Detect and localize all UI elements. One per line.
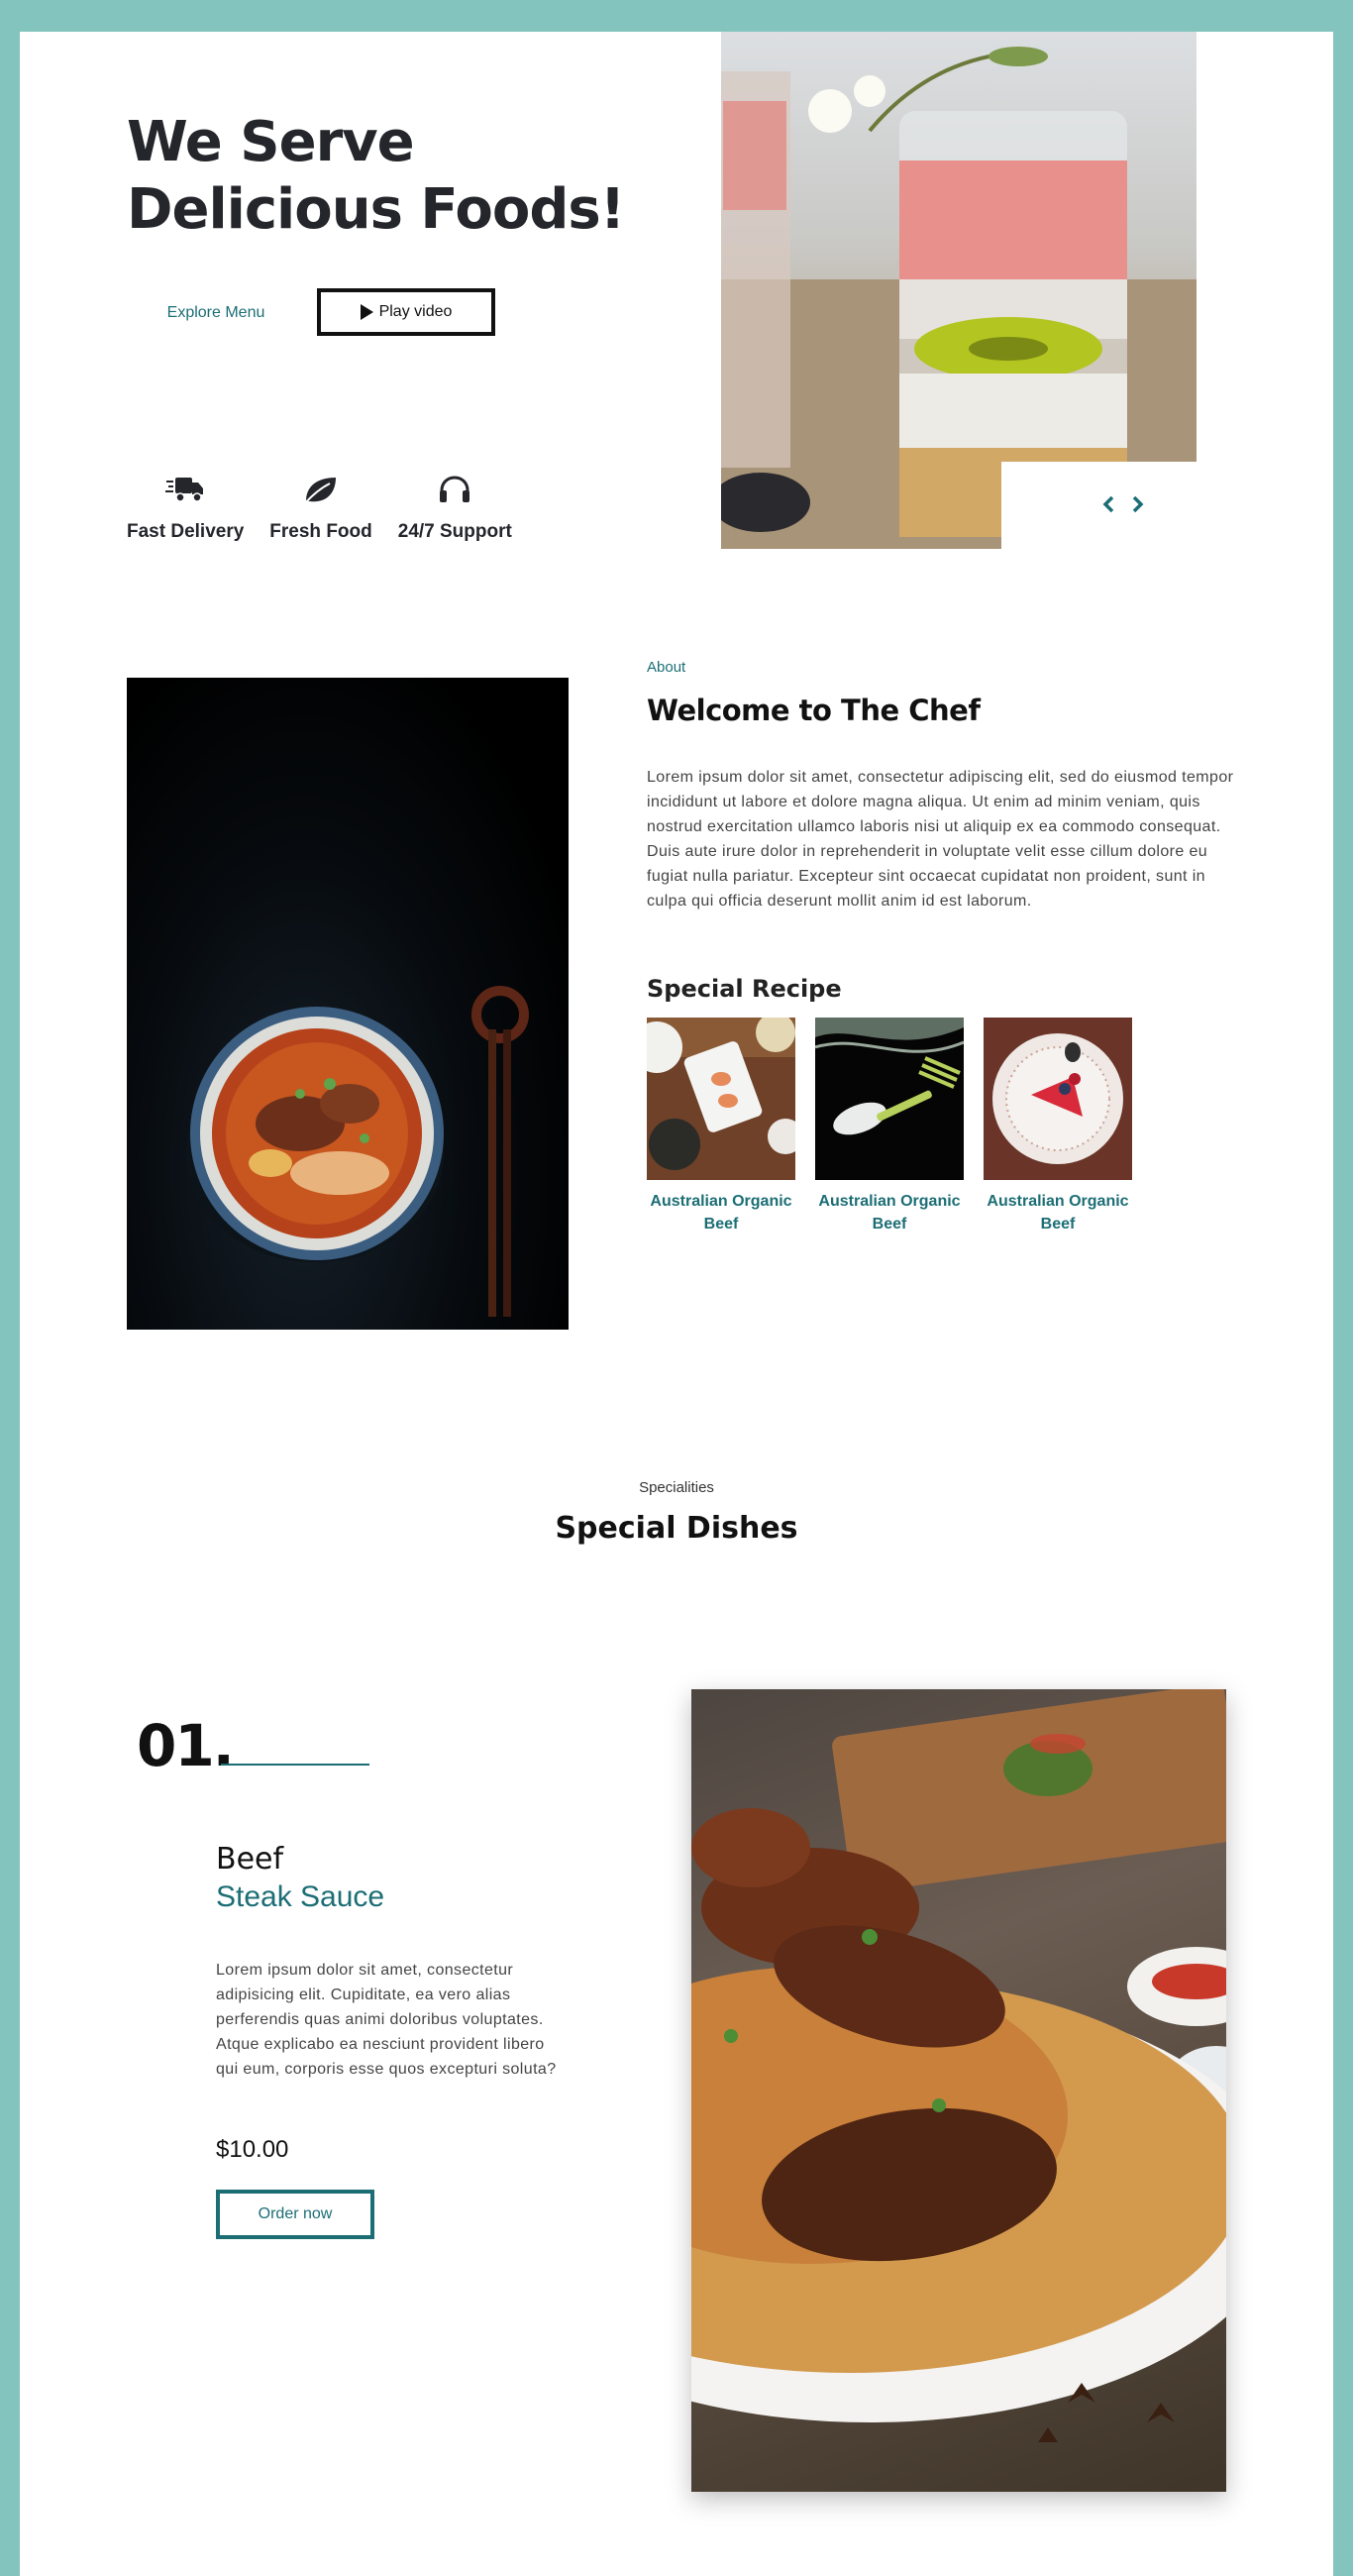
feature-fast-delivery: Fast Delivery	[127, 468, 244, 543]
feature-support: 24/7 Support	[398, 468, 512, 543]
about-noodle-image	[127, 678, 569, 1330]
dish-divider	[221, 1764, 369, 1766]
recipe-card[interactable]: Australian Organic Beef	[647, 1018, 795, 1235]
hero-title: We Serve Delicious Foods!	[127, 109, 642, 244]
feature-label: Fast Delivery	[127, 521, 245, 542]
recipe-name: Australian Organic Beef	[987, 1193, 1129, 1233]
dish-price: $10.00	[216, 2136, 289, 2163]
hero-slider-controls	[1099, 492, 1147, 516]
features-list: Fast Delivery Fresh Food 24/7 Support	[127, 468, 512, 543]
headphones-icon	[437, 468, 472, 511]
recipe-name: Australian Organic Beef	[650, 1193, 792, 1233]
dish-name-line2: Steak Sauce	[216, 1880, 385, 1913]
leaf-icon	[302, 468, 340, 511]
page: We Serve Delicious Foods! Explore Menu P…	[20, 32, 1333, 2576]
play-icon	[360, 304, 373, 320]
recipe-list: Australian Organic Beef Australian Organ…	[647, 1018, 1132, 1235]
chevron-right-icon[interactable]	[1129, 492, 1147, 516]
special-recipe-title: Special Recipe	[647, 975, 842, 1003]
play-video-button[interactable]: Play video	[317, 288, 495, 336]
feature-fresh-food: Fresh Food	[269, 468, 372, 543]
explore-menu-button[interactable]: Explore Menu	[147, 289, 285, 337]
play-video-label: Play video	[378, 303, 453, 320]
about-text: Lorem ipsum dolor sit amet, consectetur …	[647, 769, 1234, 910]
recipe-card[interactable]: Australian Organic Beef	[984, 1018, 1132, 1235]
chevron-left-icon[interactable]	[1099, 492, 1117, 516]
dish-description: Lorem ipsum dolor sit amet, consectetur …	[216, 1962, 557, 2078]
feature-label: Fresh Food	[269, 521, 372, 542]
recipe-thumb-cake	[984, 1018, 1132, 1180]
recipe-card[interactable]: Australian Organic Beef	[815, 1018, 964, 1235]
recipe-thumb-splash	[815, 1018, 964, 1180]
recipe-thumb-platter	[647, 1018, 795, 1180]
specialities-kicker: Specialities	[639, 1479, 714, 1496]
specialities-title: Special Dishes	[555, 1511, 798, 1546]
dish-biryani-image	[691, 1689, 1226, 2492]
about-kicker: About	[647, 659, 686, 676]
recipe-name: Australian Organic Beef	[818, 1193, 961, 1233]
dish-number: 01.	[137, 1712, 235, 1779]
feature-label: 24/7 Support	[397, 521, 512, 542]
order-now-button[interactable]: Order now	[216, 2190, 374, 2239]
hero-title-line1: We Serve	[127, 110, 415, 174]
hero-title-line2: Delicious Foods!	[127, 177, 625, 242]
dish-name-line1: Beef	[216, 1842, 284, 1877]
truck-icon	[165, 468, 205, 511]
about-title: Welcome to The Chef	[647, 694, 981, 727]
